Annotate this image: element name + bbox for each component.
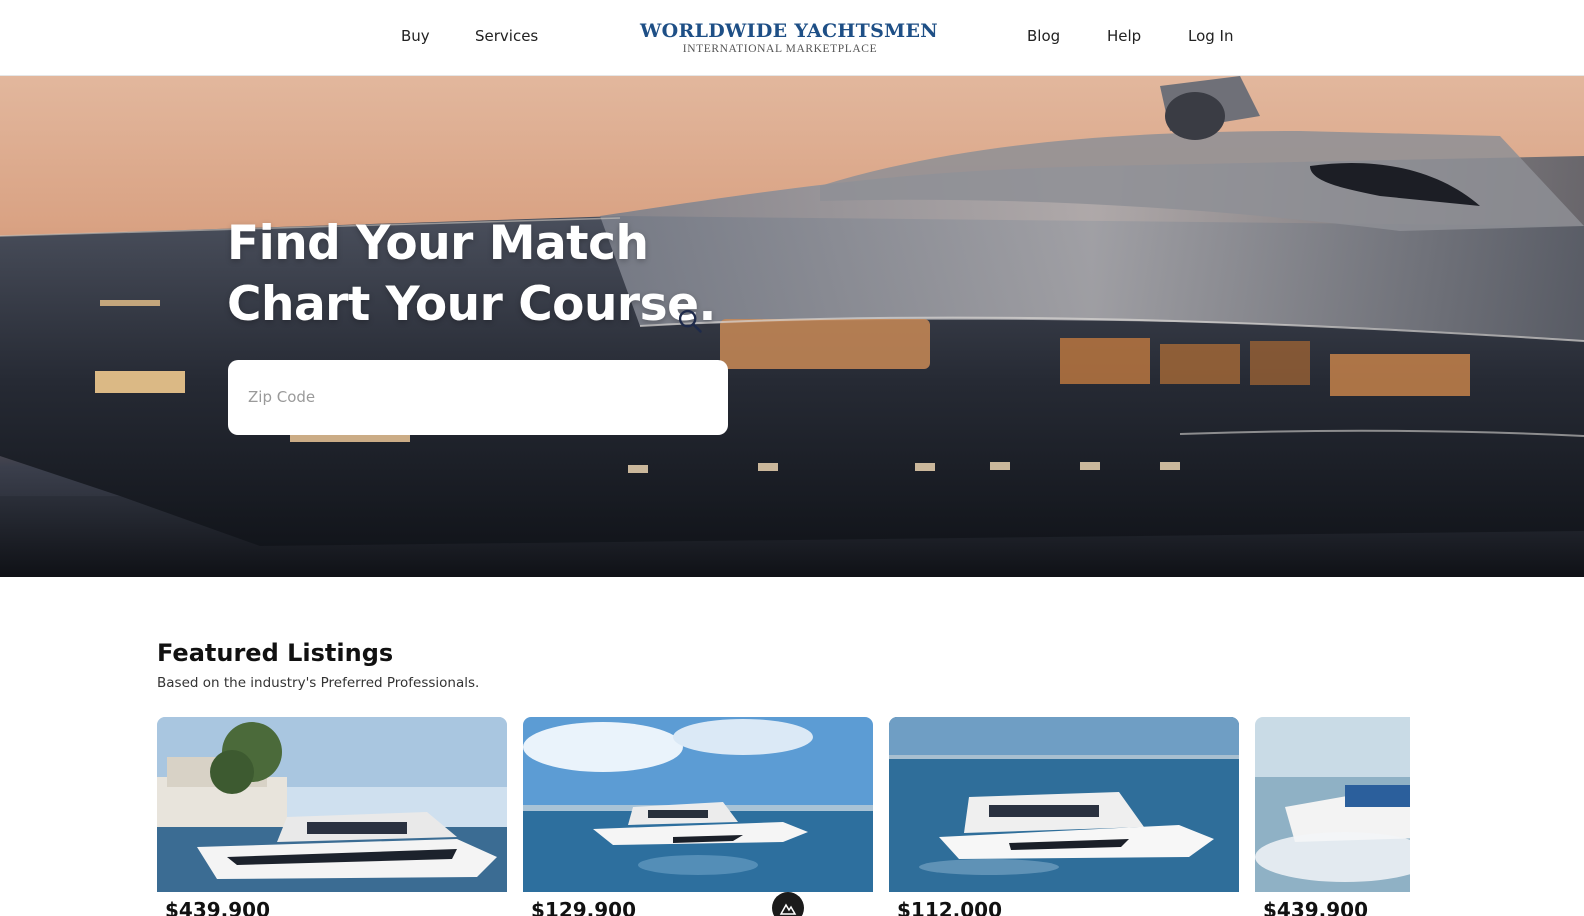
site-header: Buy Services WORLDWIDE YACHTSMEN INTERNA… — [0, 0, 1584, 76]
floating-action-button[interactable] — [772, 892, 804, 916]
site-logo[interactable]: WORLDWIDE YACHTSMEN INTERNATIONAL MARKET… — [640, 20, 938, 55]
listing-price: $112,000 — [897, 898, 1003, 916]
nav-buy[interactable]: Buy — [401, 27, 430, 45]
listing-price: $439,900 — [165, 898, 271, 916]
listing-price: $439,900 — [1263, 898, 1369, 916]
featured-listings-title: Featured Listings — [157, 639, 394, 667]
search-button[interactable] — [672, 306, 708, 338]
hero-title: Find Your Match Chart Your Course. — [227, 213, 716, 335]
hero-banner: Find Your Match Chart Your Course. — [0, 76, 1584, 577]
listing-image[interactable] — [1255, 717, 1410, 892]
zip-code-input[interactable] — [248, 380, 648, 414]
listing-price: $129,900 — [531, 898, 637, 916]
listing-image[interactable] — [523, 717, 873, 892]
logo-title: WORLDWIDE YACHTSMEN — [640, 20, 938, 42]
listing-card[interactable]: $112,000 — [889, 717, 1239, 916]
hero-title-line-1: Find Your Match — [227, 216, 649, 271]
listing-card[interactable]: $129,900 — [523, 717, 873, 916]
listing-card[interactable]: $439,900 — [1255, 717, 1410, 916]
search-icon — [678, 309, 702, 333]
logo-subtitle: INTERNATIONAL MARKETPLACE — [682, 43, 878, 55]
hero-title-line-2: Chart Your Course. — [227, 277, 716, 332]
nav-login[interactable]: Log In — [1188, 27, 1234, 45]
listing-card[interactable]: $439,900 — [157, 717, 507, 916]
nav-help[interactable]: Help — [1107, 27, 1141, 45]
nav-blog[interactable]: Blog — [1027, 27, 1060, 45]
mountain-icon — [779, 903, 797, 915]
zip-search-box — [228, 360, 728, 435]
listings-carousel: $439,900 $129,900 $112,000 $439,900 — [157, 717, 1410, 916]
featured-listings-subtitle: Based on the industry's Preferred Profes… — [157, 675, 480, 691]
listing-image[interactable] — [889, 717, 1239, 892]
listing-image[interactable] — [157, 717, 507, 892]
nav-services[interactable]: Services — [475, 27, 538, 45]
